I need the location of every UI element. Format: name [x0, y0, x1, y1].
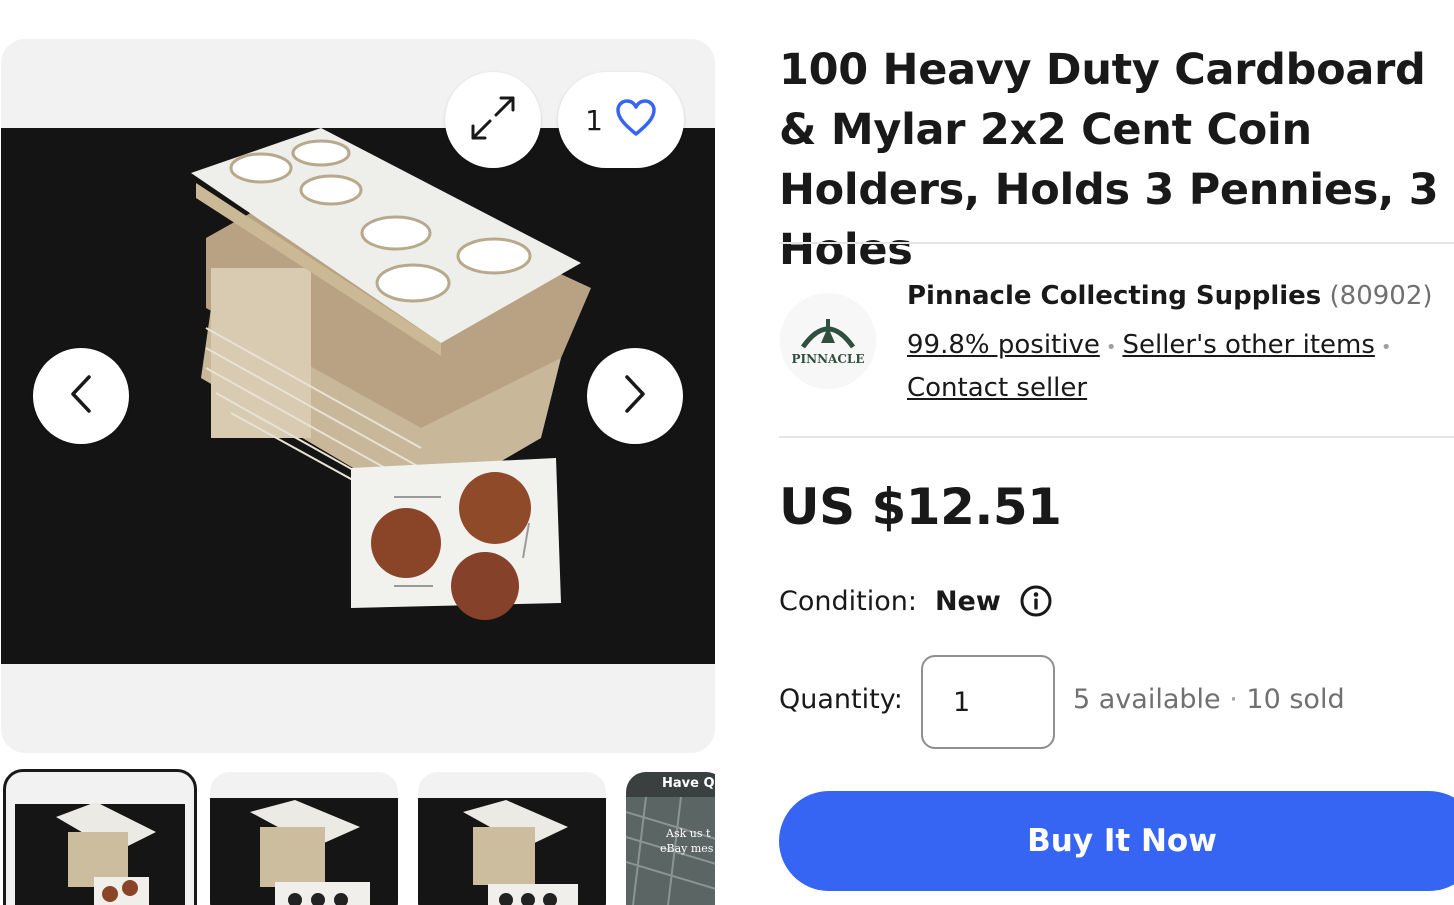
listing-title: 100 Heavy Duty Cardboard & Mylar 2x2 Cen…: [779, 45, 1439, 275]
quantity-input[interactable]: [921, 655, 1055, 749]
condition-row: Condition: New: [779, 584, 1053, 618]
seller-info: Pinnacle Collecting Supplies (80902): [907, 278, 1433, 314]
quantity-availability: 5 available · 10 sold: [1073, 684, 1345, 715]
thumbnail-4[interactable]: Have Q Ask us t eBay mes: [626, 772, 715, 905]
separator-dot: •: [1105, 337, 1117, 358]
divider: [779, 436, 1454, 438]
price: US $12.51: [779, 478, 1062, 536]
thumbnail-4-text-2: Ask us t: [666, 827, 711, 840]
thumbnail-4-text-1: Have Q: [662, 776, 715, 791]
previous-image-button[interactable]: [33, 348, 129, 444]
expand-icon: [469, 94, 517, 146]
seller-logo-text: PINNACLE: [791, 352, 864, 366]
thumbnail-strip: Have Q Ask us t eBay mes: [0, 768, 715, 905]
condition-value: New: [934, 585, 1001, 617]
separator-dot: •: [1380, 337, 1392, 358]
seller-feedback-count: (80902): [1329, 281, 1433, 311]
available-count: 5 available: [1073, 684, 1221, 715]
separator-dot: ·: [1229, 684, 1238, 715]
expand-image-button[interactable]: [445, 72, 541, 168]
seller-name[interactable]: Pinnacle Collecting Supplies: [907, 281, 1321, 311]
thumbnail-2[interactable]: [210, 772, 398, 905]
watch-count: 1: [585, 103, 603, 137]
sold-count: 10 sold: [1246, 684, 1345, 715]
positive-feedback-link[interactable]: 99.8% positive: [907, 330, 1100, 360]
chevron-left-icon: [67, 374, 95, 418]
thumbnail-1[interactable]: [3, 769, 197, 905]
seller-logo[interactable]: PINNACLE: [780, 293, 876, 389]
contact-seller-link[interactable]: Contact seller: [907, 373, 1087, 403]
seller-links: 99.8% positive • Seller's other items • Con…: [907, 325, 1427, 408]
quantity-label: Quantity:: [779, 684, 903, 715]
info-icon[interactable]: [1019, 584, 1053, 618]
thumbnail-4-text-3: eBay mes: [660, 842, 714, 855]
divider: [779, 242, 1454, 244]
buy-it-now-button[interactable]: Buy It Now: [779, 791, 1454, 891]
chevron-right-icon: [621, 374, 649, 418]
image-gallery: 1: [1, 39, 715, 753]
heart-icon: [615, 99, 657, 141]
thumbnail-3[interactable]: [418, 772, 606, 905]
next-image-button[interactable]: [587, 348, 683, 444]
watch-button[interactable]: 1: [558, 72, 684, 168]
condition-label: Condition:: [779, 585, 917, 617]
seller-other-items-link[interactable]: Seller's other items: [1122, 330, 1374, 360]
